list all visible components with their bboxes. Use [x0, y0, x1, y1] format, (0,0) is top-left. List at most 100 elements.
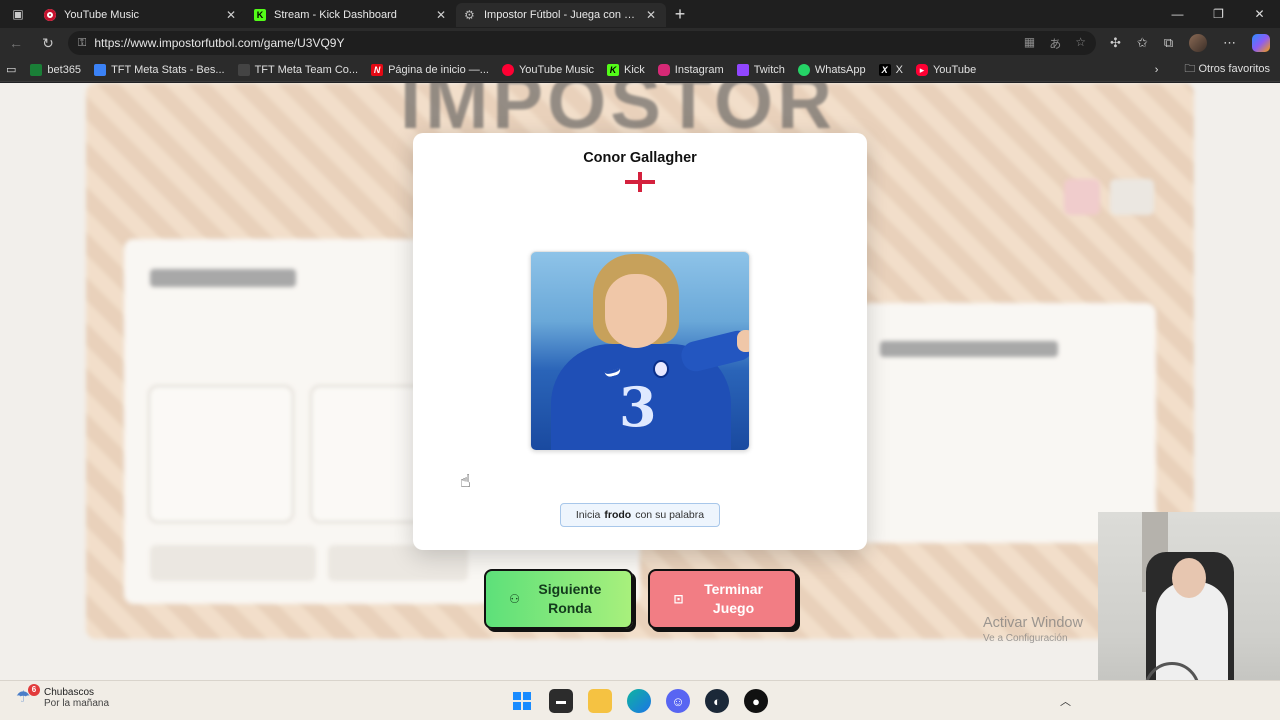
hand-cursor-icon: ☝ [460, 471, 471, 491]
close-icon[interactable]: ✕ [434, 8, 448, 22]
address-bar-icons: ▦ あ ☆ [1024, 35, 1086, 52]
bookmark-label: TFT Meta Team Co... [254, 63, 359, 76]
end-game-button[interactable]: ⊡ Terminar Juego [648, 569, 797, 629]
favorite-star-icon[interactable]: ☆ [1075, 35, 1086, 52]
player-reveal-modal: Conor Gallagher 3 Inicia frodo con su pa… [413, 133, 867, 550]
photo-face [605, 274, 667, 348]
bookmarks-right: › 🗀 Otros favoritos [1155, 60, 1280, 79]
x-icon: X [878, 63, 891, 76]
watermark-title: Activar Window [983, 615, 1083, 631]
tab-title: Stream - Kick Dashboard [274, 9, 397, 21]
bookmark-whatsapp[interactable]: WhatsApp [797, 63, 866, 76]
bookmark-netflix-home[interactable]: N Página de inicio —... [371, 63, 489, 76]
photo-sponsor: 3 [619, 375, 657, 439]
weather-rain-icon: ☂ 6 [16, 684, 40, 708]
next-round-label: Siguiente Ronda [538, 581, 602, 616]
edge-browser-icon[interactable] [627, 689, 651, 713]
copilot-icon[interactable] [1252, 34, 1271, 52]
new-tab-button[interactable]: + [666, 4, 694, 25]
bookmark-label: bet365 [47, 63, 82, 76]
instagram-icon [657, 63, 670, 76]
bookmark-youtube-music[interactable]: YouTube Music [501, 63, 594, 76]
other-favorites-folder[interactable]: 🗀 Otros favoritos [1184, 60, 1270, 79]
bookmark-x[interactable]: XX [878, 63, 903, 76]
england-flag-icon [625, 172, 655, 192]
windows-logo-icon [513, 692, 531, 710]
watermark-subtitle: Ve a Configuración [983, 633, 1068, 644]
twitch-icon [736, 63, 749, 76]
bookmark-instagram[interactable]: Instagram [657, 63, 724, 76]
tray-chevron-up-icon[interactable]: ︿ [1060, 693, 1071, 709]
collections-icon[interactable]: ⧉ [1164, 35, 1173, 51]
file-explorer-icon[interactable] [588, 689, 612, 713]
bet365-icon [30, 63, 43, 76]
toolbar-right: ✣ ✩ ⧉ ⋯ [1110, 34, 1271, 52]
bookmark-label: YouTube [932, 63, 977, 76]
close-icon[interactable]: ✕ [224, 8, 238, 22]
steam-icon[interactable]: ◐ [705, 689, 729, 713]
restore-icon[interactable]: ❐ [1198, 7, 1239, 21]
translate-icon[interactable]: あ [1049, 35, 1061, 52]
netflix-icon: N [371, 63, 384, 76]
bookmark-twitch[interactable]: Twitch [736, 63, 785, 76]
tab-actions-button[interactable]: ▣ [0, 0, 36, 28]
bookmark-tft-meta-stats[interactable]: TFT Meta Stats - Bes... [94, 63, 225, 76]
discord-icon[interactable]: ☺ [666, 689, 690, 713]
bookmarks-menu-icon[interactable]: ▭ [6, 63, 16, 76]
hint-suffix: con su palabra [635, 509, 705, 521]
taskbar-apps: ▬ ☺ ◐ ● [510, 689, 768, 713]
kick-icon: K [254, 9, 266, 21]
weather-widget[interactable]: ☂ 6 Chubascos Por la mañana [16, 684, 110, 709]
page-viewport: IMPOSTOR Conor Gallagher 3 Inicia frodo … [0, 83, 1280, 680]
address-bar[interactable]: ⚿ https://www.impostorfutbol.com/game/U3… [68, 31, 1096, 55]
app-install-icon[interactable]: ▦ [1024, 35, 1035, 52]
back-button[interactable]: ← [0, 35, 32, 51]
gear-icon: ⚙ [464, 8, 475, 22]
close-icon[interactable]: ✕ [644, 8, 658, 22]
terminal-icon[interactable]: ▬ [549, 689, 573, 713]
bookmark-tft-meta-team[interactable]: TFT Meta Team Co... [237, 63, 359, 76]
kick-icon: K [606, 63, 619, 76]
recording-app-icon[interactable]: ● [744, 689, 768, 713]
tab-kick-dashboard[interactable]: K Stream - Kick Dashboard ✕ [246, 3, 456, 27]
bookmark-youtube[interactable]: ▸ YouTube [915, 63, 977, 76]
window-controls: — ❐ ✕ [1157, 7, 1280, 21]
window-close-icon[interactable]: ✕ [1239, 7, 1280, 21]
bookmark-kick[interactable]: K Kick [606, 63, 645, 76]
webcam-head [1172, 558, 1206, 598]
end-game-label: Terminar Juego [704, 581, 763, 616]
reload-button[interactable]: ↻ [32, 35, 64, 52]
weather-subtitle: Por la mañana [44, 698, 110, 709]
profile-avatar[interactable] [1189, 34, 1208, 52]
next-round-button[interactable]: ⚇ Siguiente Ronda [484, 569, 633, 629]
weather-title: Chubascos [44, 687, 95, 698]
users-icon: ⚇ [509, 591, 520, 606]
bookmark-label: X [895, 63, 903, 76]
bookmark-label: TFT Meta Stats - Bes... [111, 63, 225, 76]
tab-impostor-futbol[interactable]: ⚙ Impostor Fútbol - Juega con amig ✕ [456, 3, 666, 27]
minimize-icon[interactable]: — [1157, 7, 1198, 21]
more-menu-icon[interactable]: ⋯ [1223, 35, 1236, 51]
bookmark-bet365[interactable]: bet365 [30, 63, 82, 76]
player-photo: 3 [530, 251, 750, 451]
lock-icon[interactable]: ⚿ [78, 37, 86, 50]
tab-title: YouTube Music [64, 9, 140, 21]
chevron-right-icon[interactable]: › [1155, 64, 1159, 76]
tft-team-icon [237, 63, 250, 76]
bookmark-label: WhatsApp [814, 63, 866, 76]
extensions-icon[interactable]: ✣ [1110, 35, 1121, 51]
tab-actions-icon: ▣ [12, 7, 24, 21]
bookmarks-bar: ▭ bet365 TFT Meta Stats - Bes... TFT Met… [0, 58, 1280, 82]
start-button[interactable] [510, 689, 534, 713]
bookmark-label: Instagram [674, 63, 724, 76]
tab-title: Impostor Fútbol - Juega con amig [484, 9, 636, 21]
windows-taskbar: ☂ 6 Chubascos Por la mañana ▬ ☺ ◐ ● ︿ [0, 680, 1280, 720]
youtube-music-icon [501, 63, 514, 76]
stop-icon: ⊡ [673, 591, 684, 606]
bookmark-label: Página de inicio —... [388, 63, 489, 76]
hint-prefix: Inicia [575, 509, 601, 521]
bookmark-label: Kick [623, 63, 645, 76]
tab-youtube-music[interactable]: YouTube Music ✕ [36, 3, 246, 27]
tab-strip: ▣ YouTube Music ✕ K Stream - Kick Dashbo… [0, 0, 1280, 28]
favorites-icon[interactable]: ✩ [1137, 35, 1148, 51]
